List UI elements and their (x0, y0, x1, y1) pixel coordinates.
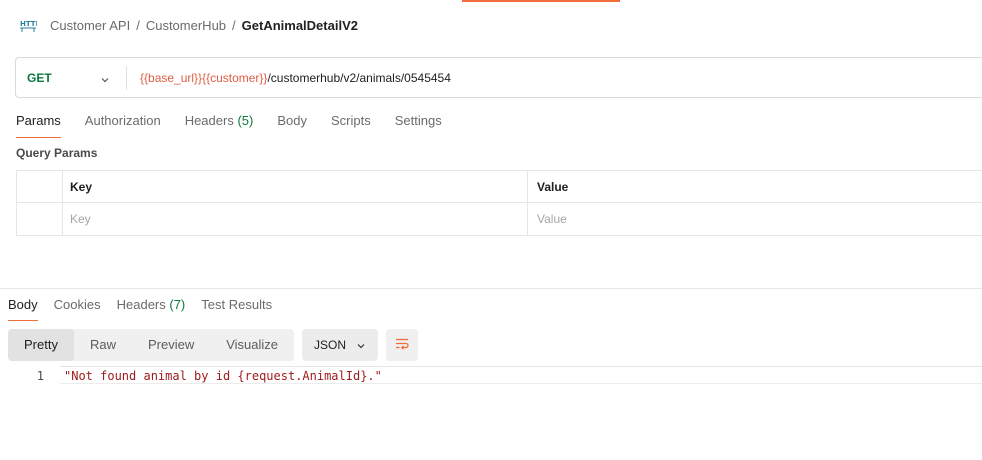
response-tab-test-results[interactable]: Test Results (201, 297, 272, 321)
response-body-editor[interactable]: 1 "Not found animal by id {request.Anima… (0, 367, 982, 384)
checkbox-column-header (17, 171, 63, 202)
url-bar: GET {{base_url}}{{customer}}/customerhub… (15, 57, 982, 98)
breadcrumb-separator: / (232, 17, 236, 33)
wrap-lines-button[interactable] (386, 329, 419, 361)
chevron-down-icon (356, 340, 366, 354)
response-tab-cookies[interactable]: Cookies (54, 297, 101, 321)
url-variable-base-url: {{base_url}} (140, 70, 203, 85)
response-body-text: "Not found animal by id {request.AnimalI… (64, 368, 382, 383)
line-number: 1 (36, 368, 44, 383)
url-path: /customerhub/v2/animals/0545454 (267, 70, 451, 85)
value-column-header: Value (537, 179, 569, 194)
breadcrumb-folder[interactable]: CustomerHub (146, 18, 226, 33)
value-input[interactable]: Value (528, 203, 982, 235)
tab-params[interactable]: Params (16, 112, 61, 138)
response-divider[interactable] (0, 288, 982, 289)
query-params-table: Key Value Key Value (16, 170, 982, 236)
view-preview-button[interactable]: Preview (132, 329, 210, 361)
http-request-icon: HTTP (19, 16, 41, 34)
key-column-header: Key (63, 171, 528, 202)
tab-headers[interactable]: Headers (5) (185, 112, 254, 138)
request-tabs: Params Authorization Headers (5) Body Sc… (16, 112, 466, 138)
url-variable-customer: {{customer}} (202, 70, 268, 85)
view-visualize-button[interactable]: Visualize (210, 329, 294, 361)
tab-settings[interactable]: Settings (395, 112, 442, 138)
view-raw-button[interactable]: Raw (74, 329, 132, 361)
url-input[interactable]: {{base_url}}{{customer}}/customerhub/v2/… (127, 71, 451, 85)
response-tabs: Body Cookies Headers (7) Test Results (8, 297, 288, 321)
breadcrumb-collection[interactable]: Customer API (50, 18, 130, 33)
breadcrumb-separator: / (136, 17, 140, 33)
key-input[interactable]: Key (63, 203, 528, 235)
table-header-row: Key Value (17, 171, 982, 203)
view-pretty-button[interactable]: Pretty (8, 329, 74, 361)
response-tab-body[interactable]: Body (8, 297, 38, 321)
request-name[interactable]: GetAnimalDetailV2 (242, 18, 358, 33)
svg-text:HTTP: HTTP (20, 20, 37, 28)
headers-count: (5) (237, 113, 254, 128)
method-label: GET (27, 70, 52, 85)
active-tab-indicator (462, 0, 620, 2)
tab-body[interactable]: Body (277, 112, 307, 138)
response-tab-headers[interactable]: Headers (7) (117, 297, 186, 321)
table-row: Key Value (17, 203, 982, 235)
view-mode-segmented-control: Pretty Raw Preview Visualize (8, 329, 295, 361)
response-headers-count: (7) (169, 297, 186, 312)
response-view-bar: Pretty Raw Preview Visualize JSON (8, 329, 419, 361)
method-select[interactable]: GET (16, 58, 126, 97)
query-params-title: Query Params (16, 146, 98, 160)
tab-authorization[interactable]: Authorization (85, 112, 161, 138)
breadcrumb: HTTP Customer API / CustomerHub / GetAni… (19, 13, 358, 37)
format-label: JSON (314, 338, 347, 352)
format-select[interactable]: JSON (302, 329, 379, 361)
chevron-down-icon (100, 73, 110, 88)
wrap-lines-icon (394, 336, 410, 355)
row-checkbox-cell[interactable] (17, 203, 63, 235)
tab-scripts[interactable]: Scripts (331, 112, 371, 138)
code-bottom-divider (60, 383, 982, 384)
